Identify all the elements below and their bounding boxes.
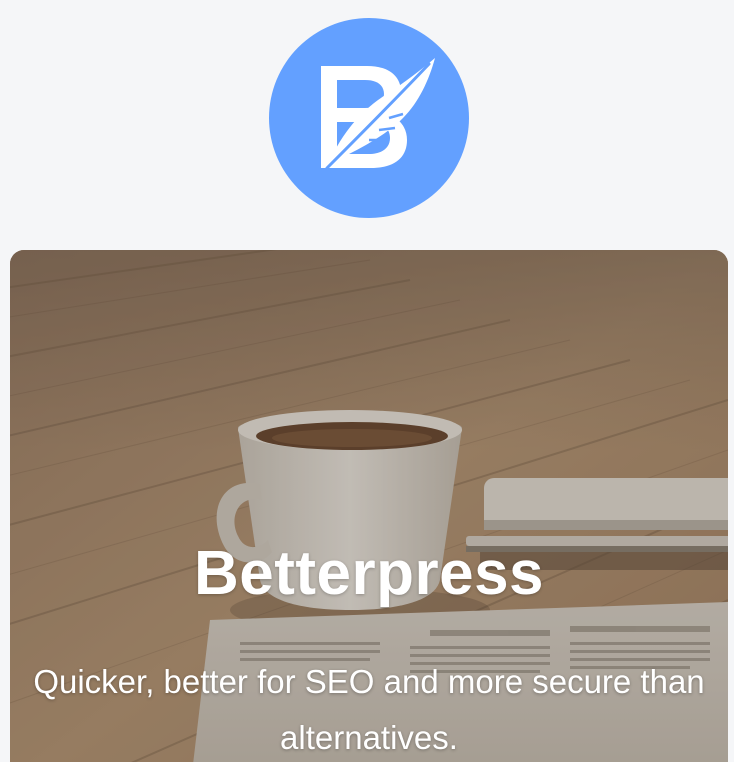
hero-subtitle: Quicker, better for SEO and more secure … [33,663,705,756]
hero-title: Betterpress [193,539,545,608]
page: Betterpress Quicker, better for SEO and … [0,0,734,762]
hero-banner: Betterpress Quicker, better for SEO and … [10,250,728,762]
betterpress-logo-icon [269,18,469,218]
brand-logo-link[interactable] [269,18,469,218]
